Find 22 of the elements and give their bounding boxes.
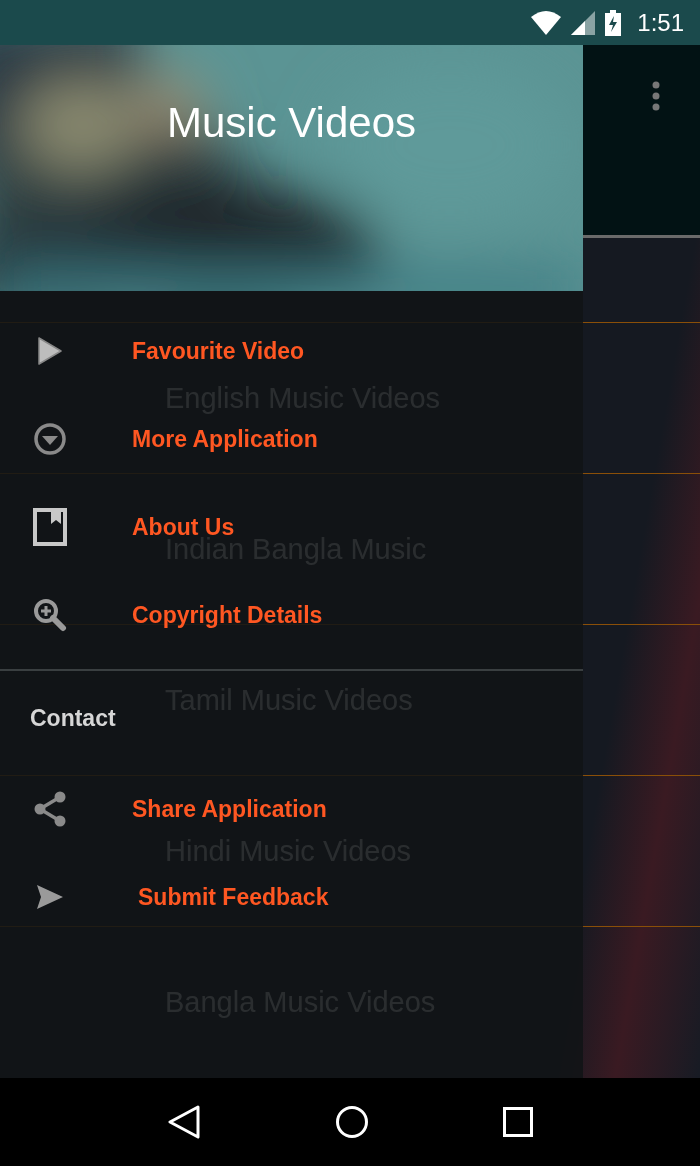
signal-icon xyxy=(571,10,596,35)
overflow-menu-icon[interactable] xyxy=(652,81,660,111)
home-icon[interactable] xyxy=(335,1105,369,1139)
drawer-title: Music Videos xyxy=(167,99,416,147)
drawer-menu-item[interactable]: Copyright Details xyxy=(132,601,323,629)
drawer-menu-item[interactable]: More Application xyxy=(132,425,318,453)
play-icon xyxy=(37,336,63,366)
back-icon[interactable] xyxy=(167,1105,201,1139)
section-header: Contact xyxy=(30,704,116,732)
zoom-in-icon xyxy=(33,598,67,632)
send-icon xyxy=(35,883,65,911)
wifi-icon xyxy=(531,10,562,35)
drawer-menu-item[interactable]: Favourite Video xyxy=(132,337,305,365)
drawer-menu-item[interactable]: Submit Feedback xyxy=(138,883,329,911)
drawer-menu-item[interactable]: About Us xyxy=(132,513,235,541)
bookmark-icon xyxy=(33,508,67,546)
recents-icon[interactable] xyxy=(503,1107,533,1137)
share-icon xyxy=(33,791,67,827)
circle-down-icon xyxy=(33,422,67,456)
battery-charging-icon xyxy=(605,9,622,36)
drawer-menu-item[interactable]: Share Application xyxy=(132,795,327,823)
clock-text: 1:51 xyxy=(637,8,684,37)
